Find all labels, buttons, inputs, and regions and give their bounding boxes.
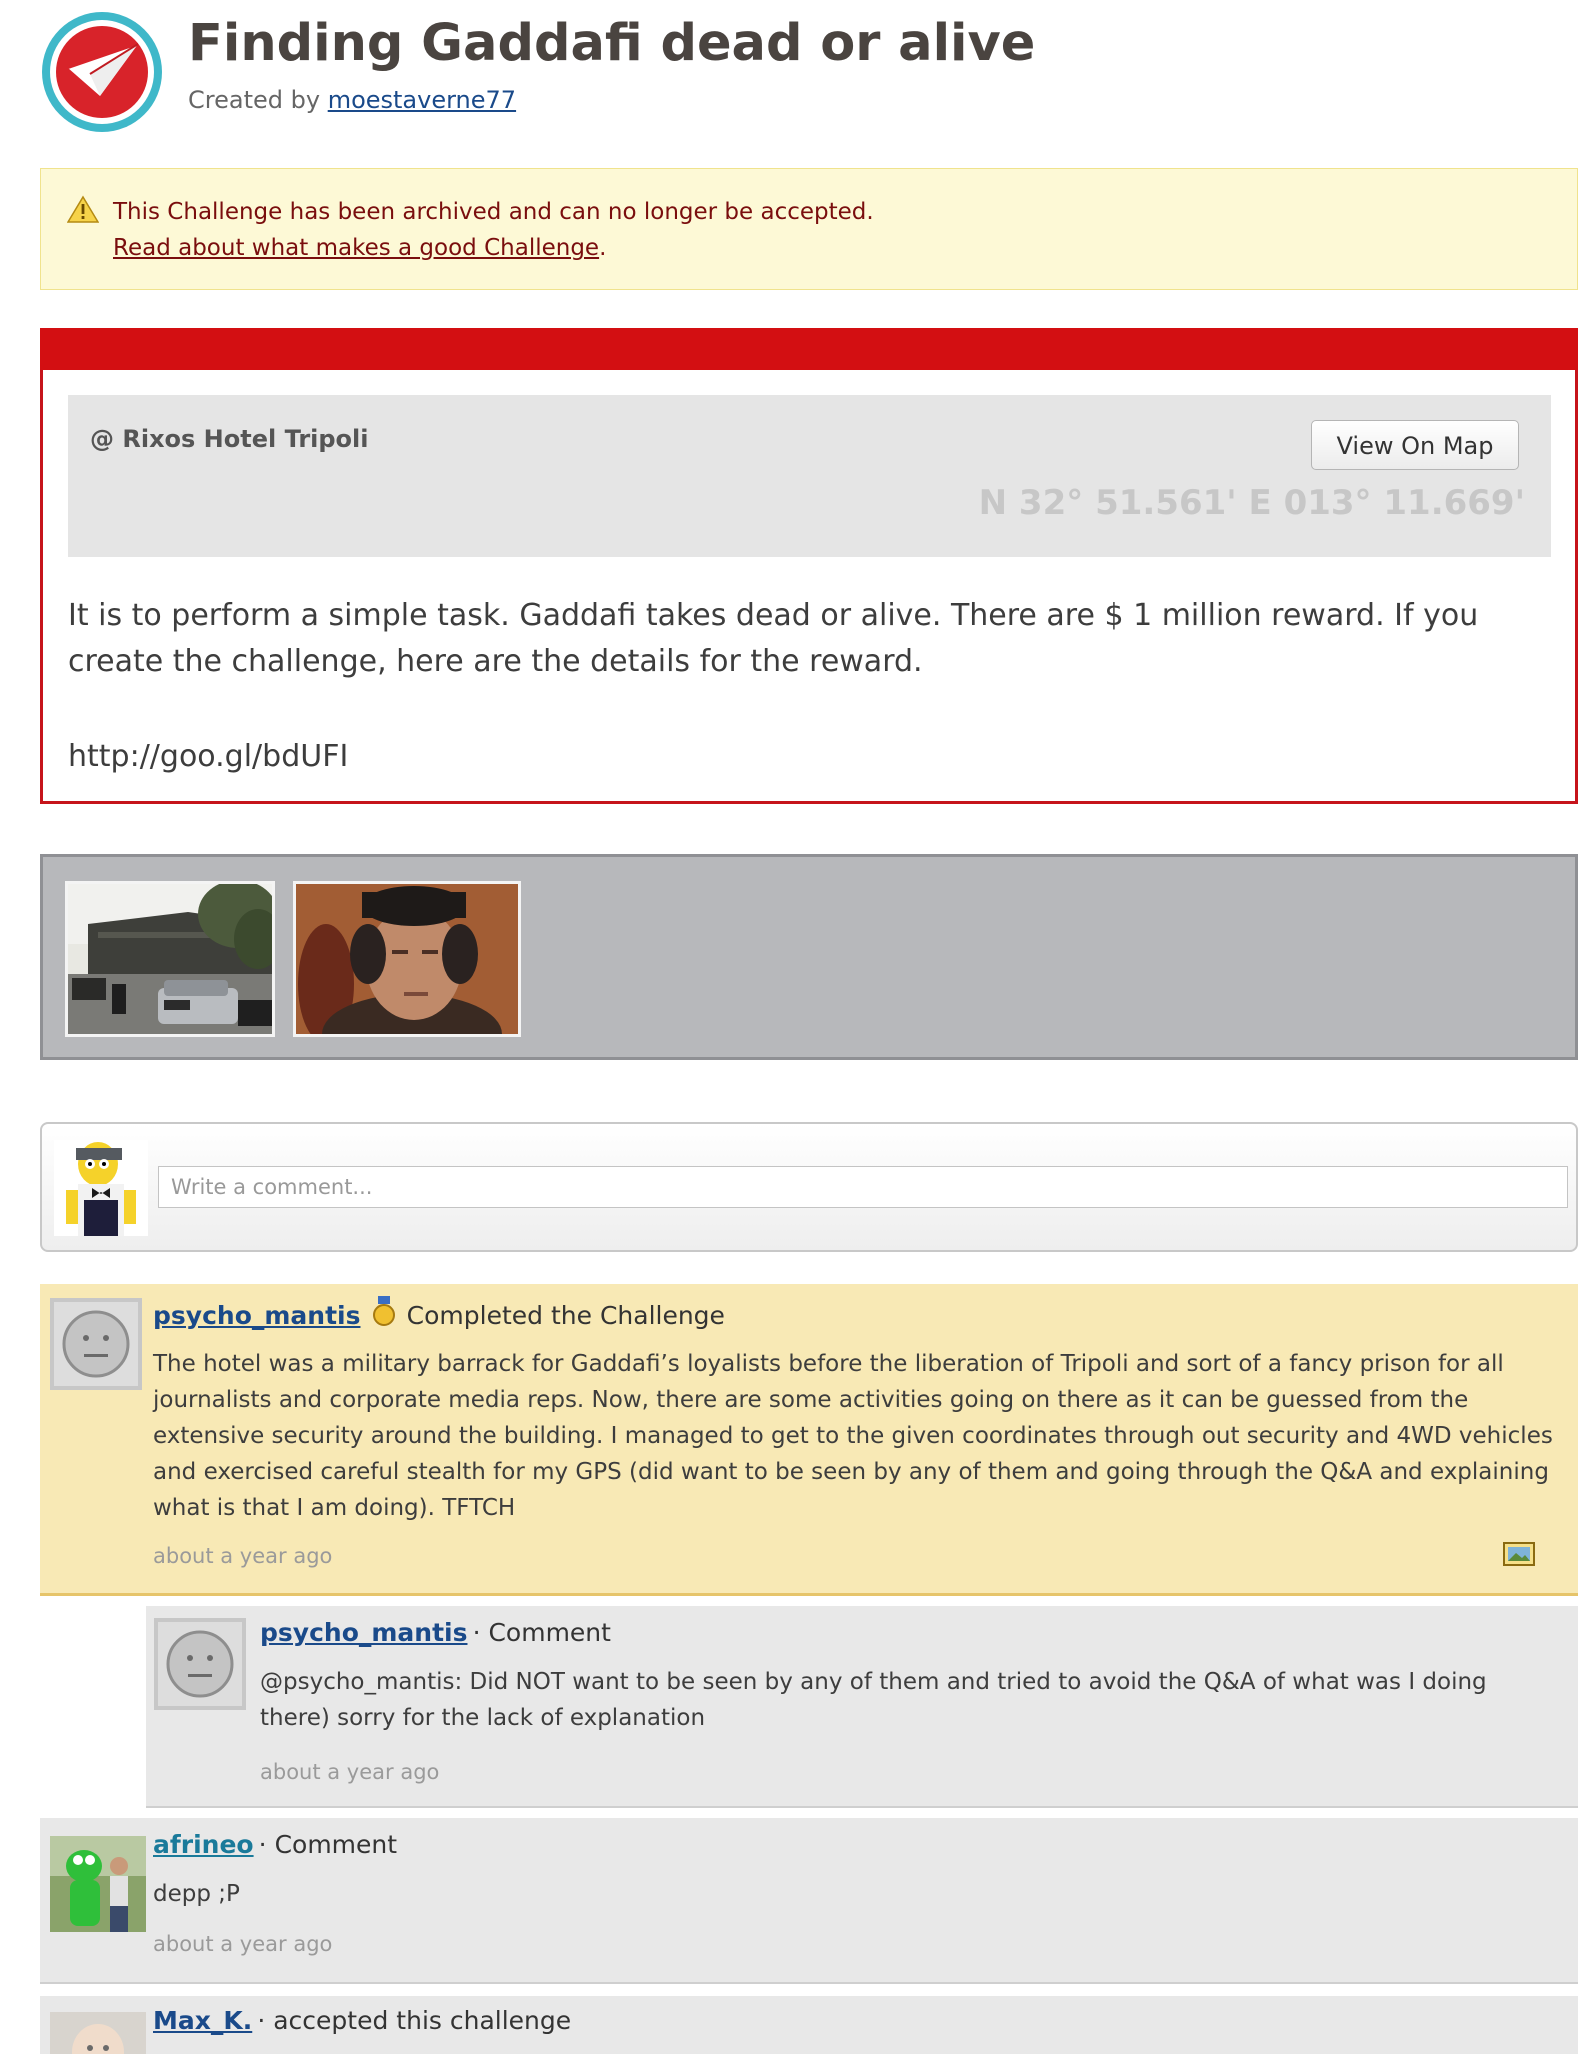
activity-header: psycho_mantis · Comment — [260, 1618, 611, 1647]
archived-message: This Challenge has been archived and can… — [113, 199, 874, 225]
activity-action: Completed the Challenge — [406, 1301, 725, 1330]
activity-text: @psycho_mantis: Did NOT want to be seen … — [260, 1669, 1487, 1731]
activity-header: Max_K. · accepted this challenge — [153, 2006, 571, 2035]
hotel-street-photo[interactable] — [65, 881, 275, 1037]
guide-line: Read about what makes a good Challenge. — [113, 235, 606, 261]
activity-text: depp ;P — [153, 1881, 240, 1907]
user-link[interactable]: psycho_mantis — [153, 1301, 360, 1330]
avatar[interactable] — [154, 1618, 246, 1710]
comment-input[interactable] — [158, 1166, 1568, 1208]
photo-strip — [40, 854, 1578, 1060]
activity-text: The hotel was a military barrack for Gad… — [153, 1351, 1553, 1521]
avatar[interactable] — [50, 1298, 142, 1390]
page-title: Finding Gaddafi dead or alive — [188, 14, 1036, 73]
avatar[interactable] — [50, 2012, 146, 2054]
archived-notice: This Challenge has been archived and can… — [40, 168, 1578, 290]
link-suffix: . — [599, 235, 607, 261]
challenge-logo — [40, 10, 164, 134]
activity-header: afrineo · Comment — [153, 1830, 397, 1859]
paper-plane-icon — [42, 12, 162, 132]
activity-accepted: Max_K. · accepted this challenge — [40, 1996, 1578, 2054]
activity-reply-comment: psycho_mantis · Comment @psycho_mantis: … — [146, 1606, 1578, 1808]
user-link[interactable]: psycho_mantis — [260, 1618, 467, 1647]
activity-comment: afrineo · Comment depp ;P about a year a… — [40, 1818, 1578, 1984]
view-on-map-button[interactable]: View On Map — [1311, 420, 1519, 470]
challenge-description: It is to perform a simple task. Gaddafi … — [68, 598, 1479, 679]
activity-action: · Comment — [258, 1830, 398, 1859]
timestamp: about a year ago — [260, 1760, 440, 1784]
challenge-card: @ Rixos Hotel Tripoli View On Map N 32° … — [40, 328, 1578, 804]
avatar[interactable] — [50, 1836, 146, 1932]
gaddafi-portrait-photo[interactable] — [293, 881, 521, 1037]
user-link[interactable]: afrineo — [153, 1830, 254, 1859]
image-icon[interactable] — [1503, 1542, 1535, 1566]
card-header-bar — [40, 328, 1578, 370]
created-by-label: Created by — [188, 86, 321, 114]
coordinates: N 32° 51.561' E 013° 11.669' — [978, 483, 1525, 523]
timestamp: about a year ago — [153, 1932, 333, 1956]
activity-header: psycho_mantis Completed the Challenge — [153, 1296, 725, 1330]
warning-icon — [67, 195, 99, 223]
location-name: @ Rixos Hotel Tripoli — [90, 425, 369, 453]
medal-icon — [372, 1296, 395, 1326]
activity-action: · Comment — [472, 1618, 611, 1647]
timestamp: about a year ago — [153, 1544, 333, 1568]
user-link[interactable]: Max_K. — [153, 2006, 252, 2035]
reward-url[interactable]: http://goo.gl/bdUFI — [68, 739, 348, 774]
creator-link[interactable]: moestaverne77 — [328, 86, 516, 114]
creator-byline: Created by moestaverne77 — [188, 86, 516, 114]
location-panel: @ Rixos Hotel Tripoli View On Map N 32° … — [68, 395, 1551, 557]
current-user-avatar — [54, 1140, 148, 1236]
activity-action: · accepted this challenge — [257, 2006, 572, 2035]
activity-completed: psycho_mantis Completed the Challenge Th… — [40, 1284, 1578, 1596]
good-challenge-link[interactable]: Read about what makes a good Challenge — [113, 235, 599, 261]
comment-box — [40, 1122, 1578, 1252]
